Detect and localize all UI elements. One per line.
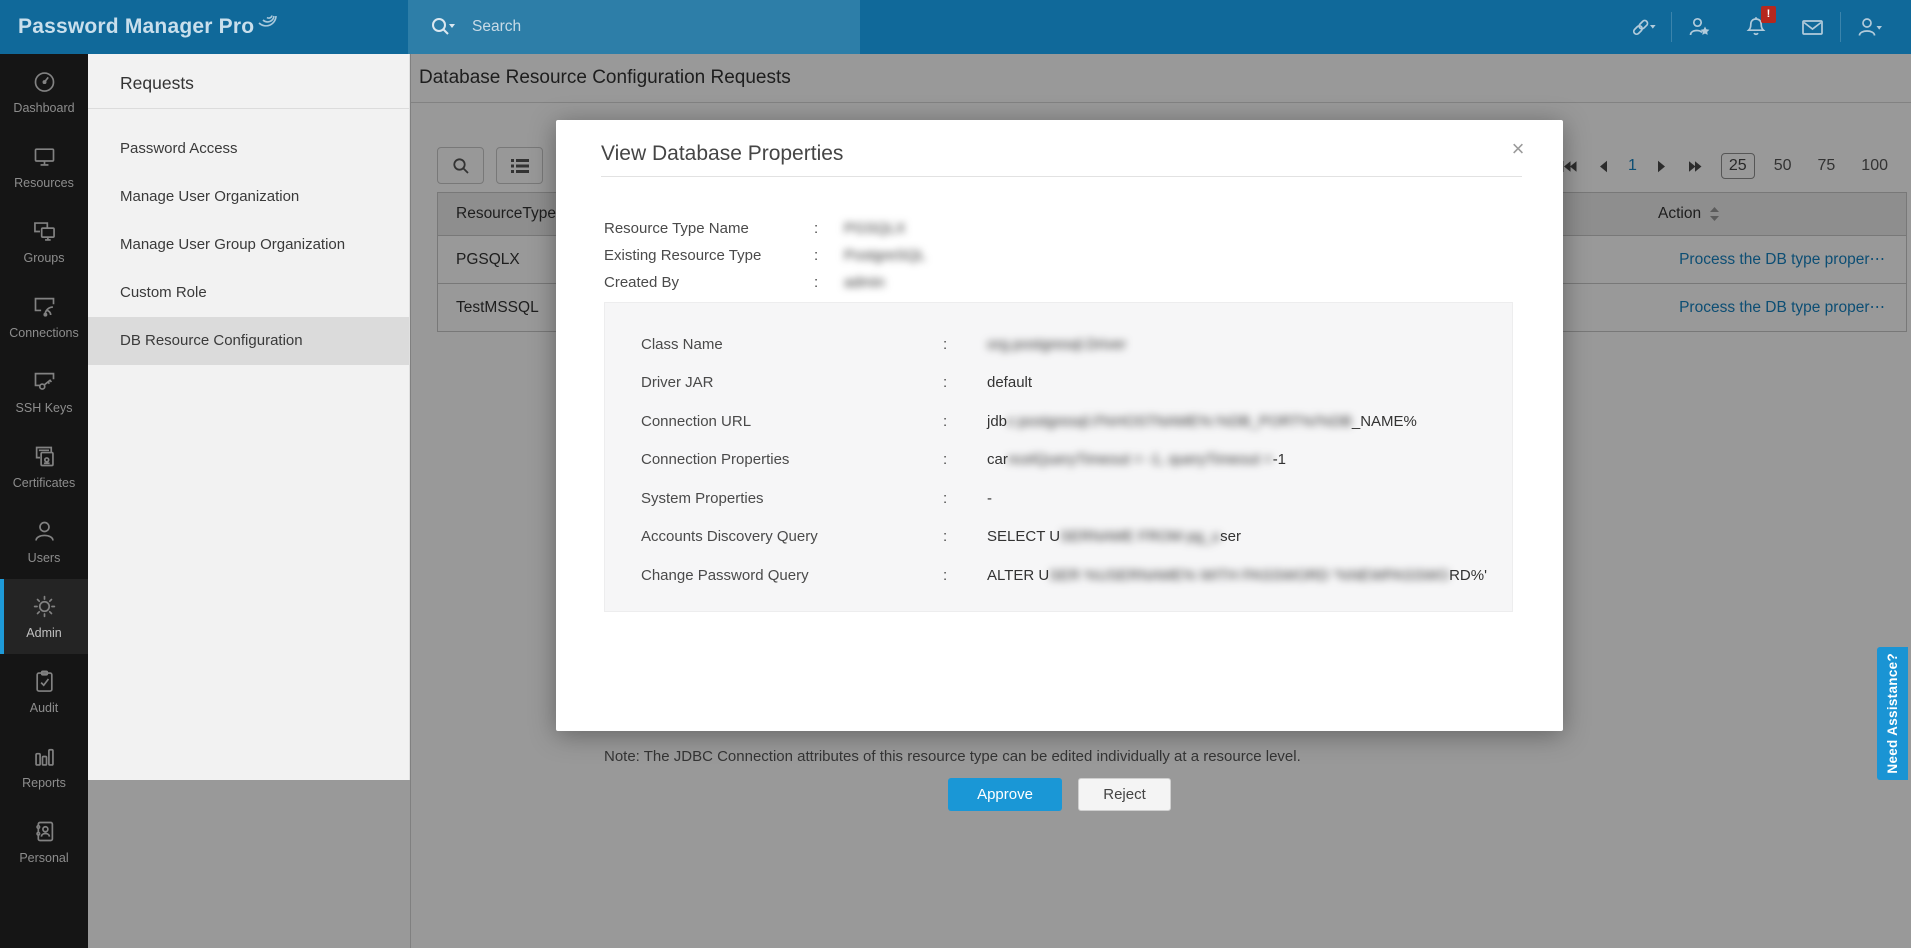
person-icon <box>34 521 54 541</box>
view-database-properties-dialog: View Database Properties × Resource Type… <box>556 120 1563 811</box>
gauge-icon <box>34 72 54 92</box>
messages-button[interactable] <box>1784 0 1840 54</box>
dialog-note: Note: The JDBC Connection attributes of … <box>604 748 1301 765</box>
user-star-icon <box>1689 17 1710 36</box>
monitor-icon <box>34 148 54 166</box>
redacted-value: admin <box>844 274 885 291</box>
user-icon <box>1858 18 1882 36</box>
subnav-item-manage-user-group-organization[interactable]: Manage User Group Organization <box>88 221 409 269</box>
link-icon <box>1632 19 1656 36</box>
primary-sidebar: Dashboard Resources Groups Connections S… <box>0 54 88 948</box>
subnav-item-db-resource-configuration[interactable]: DB Resource Configuration <box>88 317 409 365</box>
field-driver-jar: Driver JAR : default <box>641 374 1033 392</box>
logo-swoosh-icon <box>258 15 278 27</box>
close-icon[interactable]: × <box>1505 136 1531 162</box>
redacted-value: c:postgresql://%HOSTNAME%:%DB_PORT%/%DB <box>1007 412 1352 430</box>
search-placeholder: Search <box>472 18 522 35</box>
sidebar-item-personal[interactable]: Personal <box>0 804 88 879</box>
dialog-title: View Database Properties <box>601 142 844 165</box>
app-logo: Password Manager Pro <box>18 0 282 54</box>
field-accounts-discovery-query: Accounts Discovery Query : SELECT U SERNA… <box>641 528 1241 546</box>
field-system-properties: System Properties : - <box>641 489 992 507</box>
requests-sidebar: Requests Password Access Manage User Org… <box>88 54 410 780</box>
remote-connection-icon <box>34 297 54 317</box>
top-bar: Password Manager Pro Search ! <box>0 0 1911 54</box>
field-existing-resource-type: Existing Resource Type : PostgreSQL <box>604 247 926 264</box>
sidebar-item-ssh-keys[interactable]: SSH Keys <box>0 354 88 429</box>
requests-sidebar-title: Requests <box>88 54 409 109</box>
field-created-by: Created By : admin <box>604 274 885 291</box>
account-menu-button[interactable] <box>1841 0 1897 54</box>
address-book-icon <box>35 821 53 842</box>
redacted-value: ncelQueryTimeout = -1, queryTimeout = <box>1007 451 1273 469</box>
need-assistance-tab[interactable]: Need Assistance? <box>1877 647 1908 780</box>
gear-icon <box>33 595 55 618</box>
sidebar-item-dashboard[interactable]: Dashboard <box>0 54 88 129</box>
summary-fields: Resource Type Name : PGSQLX Existing Res… <box>604 215 926 296</box>
field-resource-type-name: Resource Type Name : PGSQLX <box>604 220 906 237</box>
bar-chart-icon <box>34 748 54 766</box>
redacted-value: SER %USERNAME% WITH PASSWORD '%NEWPASSWO <box>1049 566 1450 584</box>
quick-links-button[interactable] <box>1615 0 1671 54</box>
sidebar-item-audit[interactable]: Audit <box>0 654 88 729</box>
certificate-icon <box>35 446 54 467</box>
app-root: Database Resource Configuration Requests <box>0 0 1911 948</box>
dialog-title-divider <box>601 176 1522 177</box>
jdbc-properties-panel: Class Name : org.postgresql.Driver Drive… <box>604 302 1513 612</box>
sidebar-item-connections[interactable]: Connections <box>0 279 88 354</box>
redacted-value: PostgreSQL <box>844 247 926 264</box>
sidebar-item-resources[interactable]: Resources <box>0 129 88 204</box>
redacted-value: PGSQLX <box>844 220 906 237</box>
search-icon <box>432 18 455 35</box>
top-bar-icons: ! <box>1615 0 1897 54</box>
sidebar-item-users[interactable]: Users <box>0 504 88 579</box>
reject-button[interactable]: Reject <box>1078 778 1171 811</box>
global-search-input[interactable]: Search <box>408 0 860 54</box>
sidebar-item-admin[interactable]: Admin <box>0 579 88 654</box>
monitor-key-icon <box>34 372 54 390</box>
user-favorites-button[interactable] <box>1672 0 1728 54</box>
subnav-item-custom-role[interactable]: Custom Role <box>88 269 409 317</box>
notification-badge: ! <box>1761 6 1776 23</box>
field-connection-properties: Connection Properties : car ncelQueryTime… <box>641 451 1287 469</box>
clipboard-check-icon <box>35 670 53 692</box>
sidebar-item-certificates[interactable]: Certificates <box>0 429 88 504</box>
field-change-password-query: Change Password Query : ALTER U SER %USER… <box>641 566 1487 584</box>
monitors-icon <box>33 222 55 241</box>
redacted-value: org.postgresql.Driver <box>987 335 1127 353</box>
sidebar-item-reports[interactable]: Reports <box>0 729 88 804</box>
approve-button[interactable]: Approve <box>948 778 1062 811</box>
mail-icon <box>1801 20 1823 35</box>
subnav-item-password-access[interactable]: Password Access <box>88 125 409 173</box>
subnav-item-manage-user-organization[interactable]: Manage User Organization <box>88 173 409 221</box>
sidebar-item-groups[interactable]: Groups <box>0 204 88 279</box>
field-connection-url: Connection URL : jdb c:postgresql://%HOST… <box>641 412 1417 430</box>
redacted-value: SERNAME FROM pg_u <box>1060 528 1221 546</box>
field-class-name: Class Name : org.postgresql.Driver <box>641 335 1127 353</box>
notifications-button[interactable]: ! <box>1728 0 1784 54</box>
